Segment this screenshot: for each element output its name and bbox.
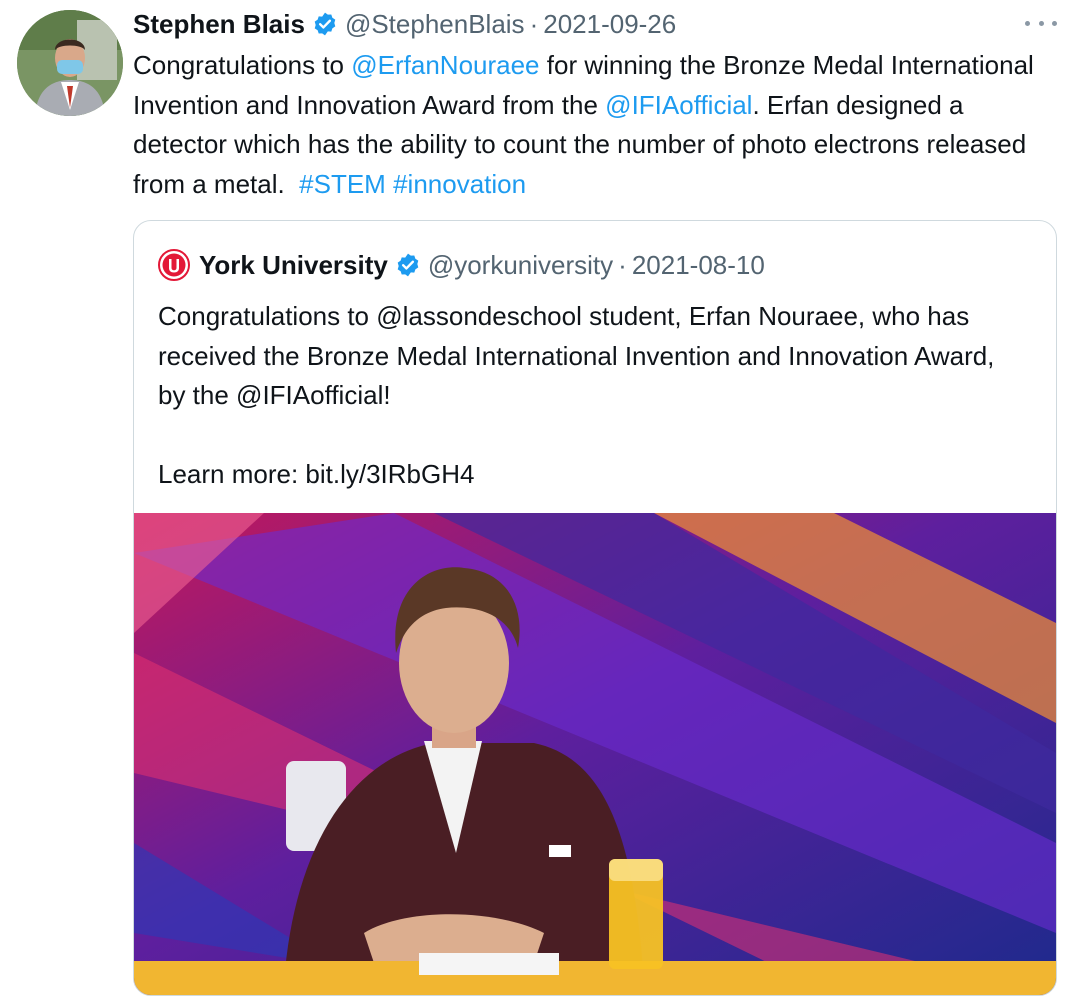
tweet-text: Congratulations to @ErfanNouraee for win… <box>133 46 1063 204</box>
hashtag-link[interactable]: #innovation <box>393 169 526 199</box>
more-options-icon[interactable] <box>1023 10 1059 36</box>
quoted-header-separator: · <box>618 249 627 280</box>
york-university-logo <box>158 249 190 281</box>
avatar-photo <box>17 10 123 116</box>
tweet-header: Stephen Blais @StephenBlais · 2021-09-26 <box>133 6 676 42</box>
quoted-author-name[interactable]: York University <box>199 250 388 281</box>
quoted-tweet-photo[interactable] <box>134 513 1056 995</box>
quoted-tweet-header: York University @yorkuniversity · 2021-0… <box>158 247 765 283</box>
tweet-date[interactable]: 2021-09-26 <box>543 9 676 40</box>
hashtag-link[interactable]: #STEM <box>299 169 386 199</box>
mention-link[interactable]: @ErfanNouraee <box>351 50 539 80</box>
author-handle[interactable]: @StephenBlais <box>345 9 525 40</box>
author-name[interactable]: Stephen Blais <box>133 9 305 40</box>
verified-badge-icon <box>312 11 338 37</box>
header-separator: · <box>529 8 539 39</box>
quoted-tweet-text: Congratulations to @lassondeschool stude… <box>158 301 995 489</box>
quoted-tweet[interactable]: York University @yorkuniversity · 2021-0… <box>133 220 1057 996</box>
tweet-text-part: Congratulations to <box>133 50 352 80</box>
mention-link[interactable]: @IFIAofficial <box>605 90 752 120</box>
verified-badge-icon <box>395 252 421 278</box>
tweet-text-part <box>386 169 393 199</box>
quoted-author-handle[interactable]: @yorkuniversity <box>428 250 613 281</box>
quoted-tweet-date[interactable]: 2021-08-10 <box>632 250 765 281</box>
author-avatar[interactable] <box>17 10 123 116</box>
